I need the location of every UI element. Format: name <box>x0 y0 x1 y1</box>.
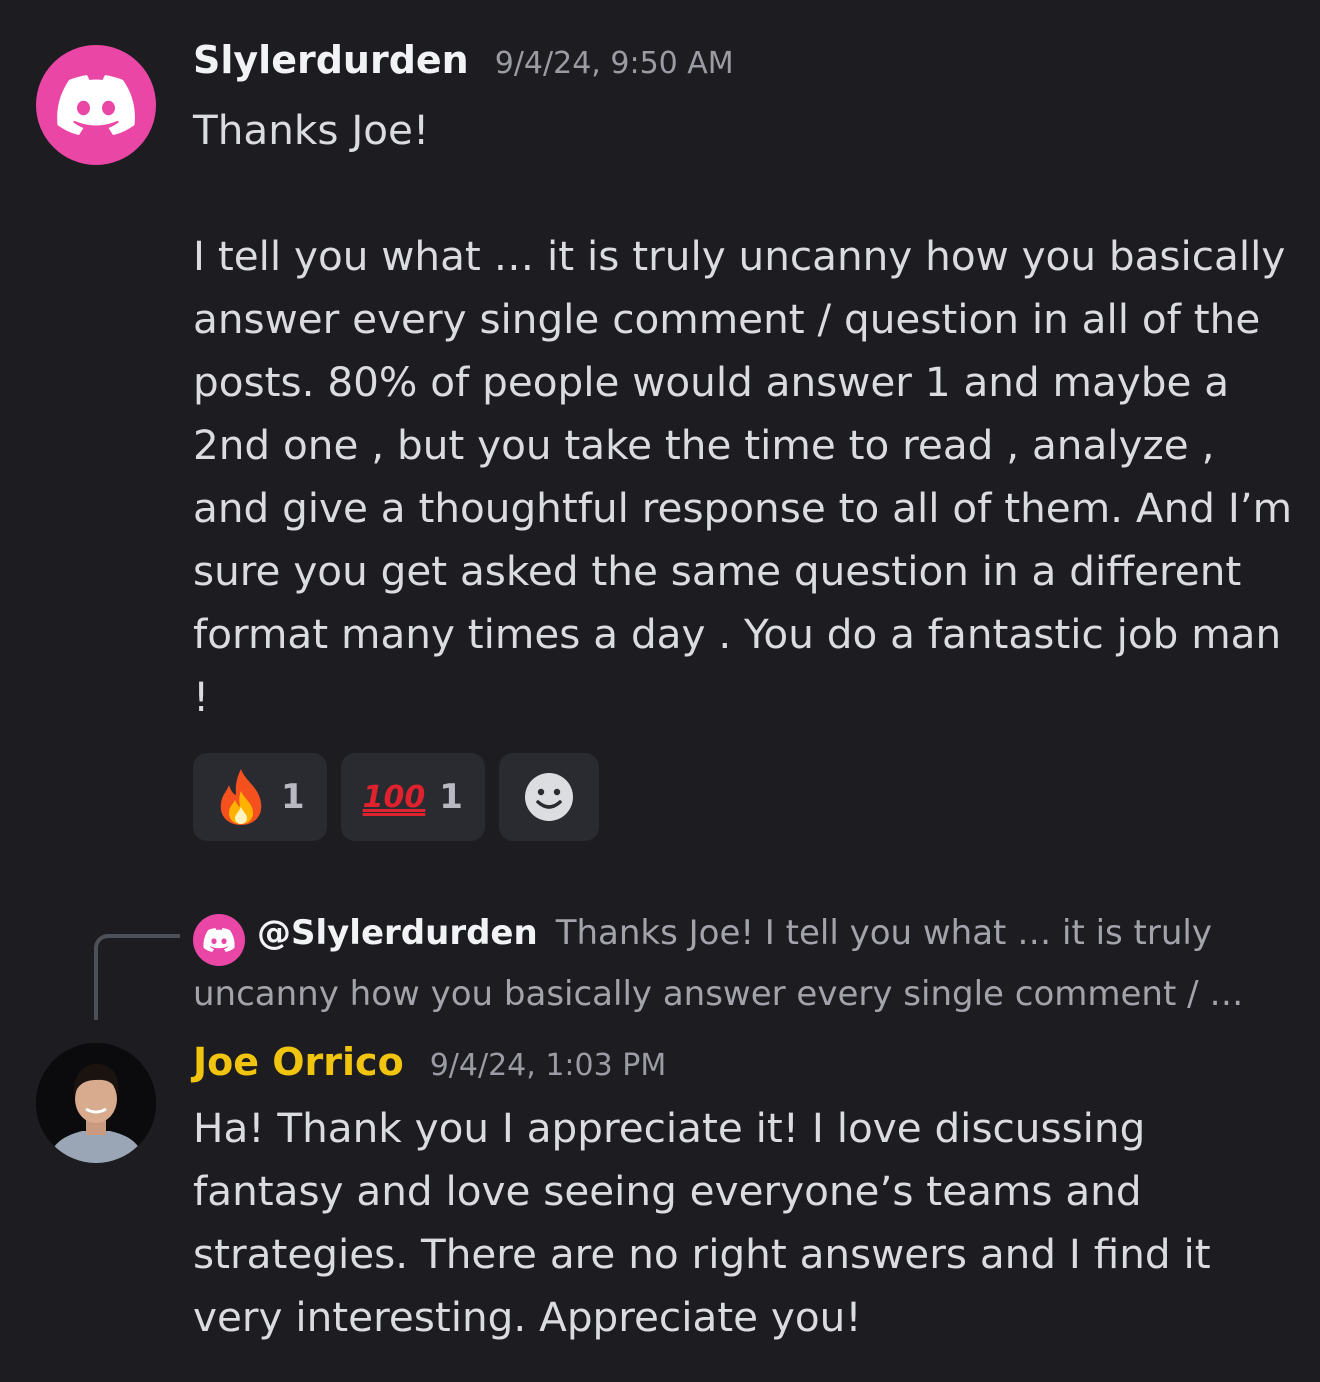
timestamp: 9/4/24, 9:50 AM <box>494 46 734 81</box>
profile-photo <box>36 1043 156 1163</box>
discord-logo-icon <box>203 928 235 952</box>
username[interactable]: Joe Orrico <box>193 1040 404 1084</box>
reply-preview[interactable]: @Slylerdurden Thanks Joe! I tell you what… <box>193 905 1293 1022</box>
username[interactable]: Slylerdurden <box>193 38 469 82</box>
message-body: Thanks Joe! I tell you what … it is trul… <box>193 106 1293 721</box>
timestamp: 9/4/24, 1:03 PM <box>429 1048 667 1083</box>
add-reaction-button[interactable] <box>498 753 599 841</box>
reaction-fire[interactable]: 1 <box>193 753 327 841</box>
reaction-count: 1 <box>439 777 463 817</box>
fire-emoji <box>220 769 262 825</box>
hundred-points-emoji: 100 <box>362 779 426 815</box>
reply-connector-line <box>94 934 180 1020</box>
reaction-bar: 1 100 1 <box>193 753 599 841</box>
smiley-face-icon <box>524 773 573 821</box>
reply-mention[interactable]: @Slylerdurden <box>257 913 538 953</box>
reply-avatar <box>193 914 245 966</box>
avatar-joe-orrico[interactable] <box>36 1043 156 1163</box>
reaction-hundred[interactable]: 100 1 <box>340 753 485 841</box>
reaction-count: 1 <box>281 777 305 817</box>
message-header: Joe Orrico 9/4/24, 1:03 PM <box>193 1040 666 1084</box>
discord-logo-icon <box>57 75 135 135</box>
message-header: Slylerdurden 9/4/24, 9:50 AM <box>193 38 734 82</box>
message-body: Ha! Thank you I appreciate it! I love di… <box>193 1104 1224 1341</box>
avatar-slylerdurden[interactable] <box>36 45 156 165</box>
